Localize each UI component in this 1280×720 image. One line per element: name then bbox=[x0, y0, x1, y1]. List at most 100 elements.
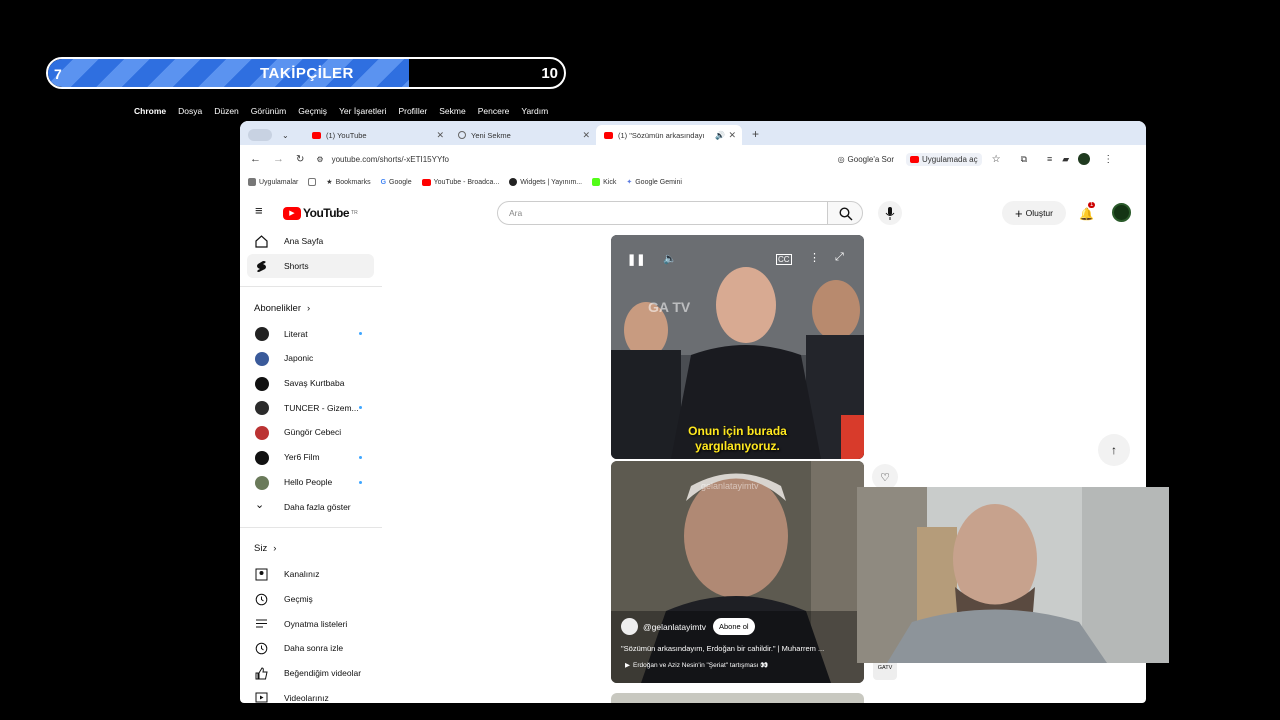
sidebar-sub-literat[interactable]: Literat bbox=[240, 321, 382, 346]
bookmark-bookmarks[interactable]: ★ Bookmarks bbox=[326, 178, 370, 187]
account-avatar[interactable] bbox=[1112, 203, 1131, 222]
extension-icon[interactable]: ▰ bbox=[1062, 154, 1069, 165]
related-video-link[interactable]: ▶ Erdoğan ve Aziz Nesin'in "Şeriat" tart… bbox=[625, 661, 768, 669]
captions-icon[interactable]: CC bbox=[776, 254, 792, 265]
menu-gecmis[interactable]: Geçmiş bbox=[298, 106, 327, 116]
audio-playing-icon[interactable]: 🔊 bbox=[715, 131, 725, 140]
short-video-card[interactable]: gelanlatayimtv @gelanlatayimtv Abone ol … bbox=[611, 461, 864, 683]
create-label: Oluştur bbox=[1025, 208, 1053, 218]
sidebar-sub-savas-kurtbaba[interactable]: Savaş Kurtbaba bbox=[240, 371, 382, 396]
tab-youtube[interactable]: (1) YouTube ✕ bbox=[304, 125, 450, 145]
bookmark-google[interactable]: G Google bbox=[381, 179, 412, 186]
youtube-header: ≡ ▶ YouTube TR Ara + Oluştur 🔔 1 bbox=[240, 197, 1146, 227]
open-in-app-button[interactable]: Uygulamada aç bbox=[906, 152, 982, 166]
subscribe-button[interactable]: Abone ol bbox=[712, 618, 755, 635]
close-tab-icon[interactable]: ✕ bbox=[436, 130, 444, 141]
url-field[interactable]: youtube.com/shorts/-xETI15YYfo bbox=[332, 155, 832, 164]
avatar bbox=[255, 475, 269, 490]
new-content-dot bbox=[359, 332, 362, 336]
media-icon[interactable]: ≡ bbox=[1047, 154, 1052, 164]
bookmark-widgets[interactable]: Widgets | Yayınım... bbox=[509, 178, 582, 186]
bookmark-youtube-broadcast[interactable]: YouTube - Broadca... bbox=[421, 178, 500, 186]
sidebar-sub-japonic[interactable]: Japonic bbox=[240, 346, 382, 371]
sidebar-item-label: Shorts bbox=[284, 261, 309, 272]
sidebar-item-watch-later[interactable]: Daha sonra izle bbox=[240, 636, 382, 661]
close-tab-icon[interactable]: ✕ bbox=[728, 130, 736, 141]
bookmark-apps[interactable]: Uygulamalar bbox=[248, 178, 298, 186]
bookmark-grid[interactable] bbox=[308, 178, 317, 186]
sidebar: Ana Sayfa Shorts Abonelikler › Literat J… bbox=[240, 229, 382, 703]
chrome-favicon-icon bbox=[458, 131, 466, 139]
sidebar-item-liked-videos[interactable]: Beğendiğim videolar bbox=[240, 661, 382, 686]
tab-active-short[interactable]: (1) "Sözümün arkasındayı 🔊 ✕ bbox=[596, 125, 742, 145]
search-input[interactable]: Ara bbox=[497, 201, 828, 225]
open-in-app-label: Uygulamada aç bbox=[922, 154, 978, 164]
sidebar-sub-yer6-film[interactable]: Yer6 Film bbox=[240, 445, 382, 470]
sidebar-divider bbox=[240, 526, 382, 528]
menu-chrome[interactable]: Chrome bbox=[134, 106, 166, 116]
tab-new[interactable]: Yeni Sekme ✕ bbox=[450, 125, 596, 145]
you-header[interactable]: Siz › bbox=[240, 536, 382, 562]
bookmark-kick[interactable]: Kick bbox=[592, 178, 616, 186]
close-tab-icon[interactable]: ✕ bbox=[582, 130, 590, 141]
sidebar-item-shorts[interactable]: Shorts bbox=[247, 253, 374, 279]
sidebar-item-your-videos[interactable]: Videolarınız bbox=[240, 685, 382, 703]
subscriptions-header[interactable]: Abonelikler › bbox=[240, 295, 382, 321]
tab-search-icon[interactable]: ⌄ bbox=[282, 131, 289, 140]
tab-group-icon[interactable] bbox=[248, 129, 272, 141]
fullscreen-icon[interactable]: ⤢ bbox=[835, 251, 844, 264]
forward-icon[interactable]: → bbox=[273, 153, 284, 165]
new-content-dot bbox=[359, 406, 362, 410]
bookmark-label: YouTube - Broadca... bbox=[433, 178, 500, 186]
menu-duzen[interactable]: Düzen bbox=[214, 106, 239, 116]
reload-icon[interactable]: ↻ bbox=[296, 154, 304, 165]
next-short-peek[interactable] bbox=[611, 693, 864, 703]
video-title[interactable]: "Sözümün arkasındayım, Erdoğan bir cahil… bbox=[621, 644, 824, 653]
avatar bbox=[255, 401, 269, 416]
bookmark-gemini[interactable]: ✦ Google Gemini bbox=[626, 178, 682, 187]
channel-handle[interactable]: @gelanlatayimtv bbox=[643, 622, 706, 632]
search-button[interactable] bbox=[827, 201, 863, 225]
show-more-button[interactable]: ⌄ Daha fazla göster bbox=[240, 494, 382, 519]
voice-search-button[interactable] bbox=[878, 201, 902, 225]
bookmark-star-icon[interactable]: ☆ bbox=[992, 154, 1001, 165]
back-icon[interactable]: ← bbox=[250, 153, 261, 165]
menu-gorunum[interactable]: Görünüm bbox=[251, 106, 286, 116]
lens-icon: ◎ bbox=[837, 154, 845, 164]
volume-icon[interactable]: 🔈 bbox=[663, 252, 677, 265]
google-lens-button[interactable]: ◎ Google'a Sor bbox=[838, 155, 894, 164]
sidebar-item-label: Videolarınız bbox=[284, 692, 329, 703]
site-info-icon[interactable]: ⚙ bbox=[316, 155, 323, 164]
menu-sekme[interactable]: Sekme bbox=[439, 106, 465, 116]
sidebar-sub-gungor-cebeci[interactable]: Güngör Cebeci bbox=[240, 420, 382, 445]
more-options-icon[interactable]: ⋮ bbox=[809, 251, 820, 264]
pause-icon[interactable]: ❚❚ bbox=[627, 253, 645, 266]
sidebar-item-your-channel[interactable]: Kanalınız bbox=[240, 562, 382, 587]
sidebar-item-history[interactable]: Geçmiş bbox=[240, 587, 382, 612]
sidebar-item-home[interactable]: Ana Sayfa bbox=[240, 229, 382, 254]
sidebar-item-label: Geçmiş bbox=[284, 593, 313, 604]
hamburger-menu-icon[interactable]: ≡ bbox=[255, 204, 263, 217]
chrome-menu-icon[interactable]: ⋮ bbox=[1103, 154, 1113, 165]
create-button[interactable]: + Oluştur bbox=[1002, 201, 1066, 225]
extensions-icon[interactable]: ⧉ bbox=[1021, 154, 1027, 165]
notifications-button[interactable]: 🔔 1 bbox=[1079, 202, 1096, 221]
sidebar-sub-hello-people[interactable]: Hello People bbox=[240, 470, 382, 495]
youtube-logo[interactable]: ▶ YouTube TR bbox=[283, 206, 358, 220]
menu-profiller[interactable]: Profiller bbox=[398, 106, 427, 116]
sidebar-item-playlists[interactable]: Oynatma listeleri bbox=[240, 611, 382, 636]
video-watermark: gelanlatayimtv bbox=[701, 481, 759, 491]
bookmark-label: Google bbox=[389, 178, 412, 186]
webcam-overlay bbox=[857, 487, 1169, 663]
menu-yer-isaretleri[interactable]: Yer İşaretleri bbox=[339, 106, 386, 116]
sidebar-sub-tuncer[interactable]: TUNCER - Gizem... bbox=[240, 395, 382, 420]
profile-avatar[interactable] bbox=[1078, 153, 1091, 165]
short-video-player[interactable]: ❚❚ 🔈 CC ⋮ ⤢ GA TV Onun için burada yargı… bbox=[611, 235, 864, 459]
menu-yardim[interactable]: Yardım bbox=[521, 106, 548, 116]
scroll-up-button[interactable]: ↑ bbox=[1098, 434, 1130, 466]
channel-avatar[interactable] bbox=[621, 618, 638, 635]
avatar bbox=[255, 450, 269, 465]
menu-dosya[interactable]: Dosya bbox=[178, 106, 202, 116]
new-tab-icon[interactable]: + bbox=[752, 127, 759, 141]
menu-pencere[interactable]: Pencere bbox=[478, 106, 510, 116]
